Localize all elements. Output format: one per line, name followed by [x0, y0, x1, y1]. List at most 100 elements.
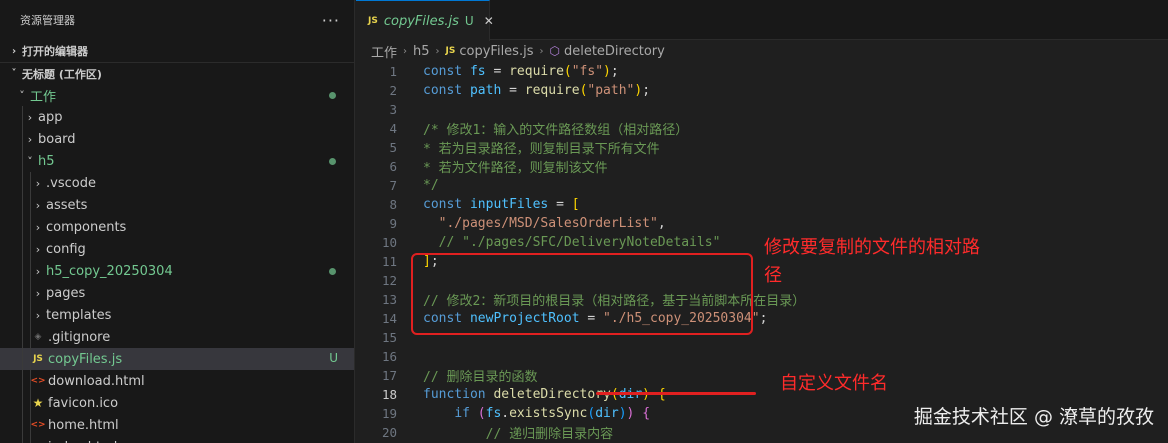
indent-guide [22, 194, 23, 216]
chevron-right-icon: › [35, 176, 41, 190]
tree-item-label: copyFiles.js [48, 351, 123, 367]
tree-item-label: components [46, 219, 127, 235]
indent-guide [22, 216, 23, 238]
line-number: 14 [381, 311, 397, 326]
code-line: 6 * 若为文件路径，则复制该文件 [356, 157, 1168, 176]
function-symbol-icon: ⬡ [549, 44, 560, 58]
code-line: 8 const inputFiles = [ [356, 195, 1168, 214]
tree-item[interactable]: › components [0, 216, 354, 238]
annotation-underline-note: 自定义文件名 [780, 373, 888, 394]
chevron-right-icon: › [35, 220, 41, 234]
line-number: 1 [389, 64, 397, 79]
chevron-down-icon: ˅ [27, 154, 33, 168]
indent-guide [30, 172, 31, 194]
code-token: existsSync [509, 406, 588, 421]
code-token: const [423, 197, 470, 212]
tree-item[interactable]: › board [0, 128, 354, 150]
code-token: * 若为目录路径，则复制目录下所有文件 [423, 142, 660, 157]
code-text: // "./pages/SFC/DeliveryNoteDetails" [397, 235, 721, 250]
tree-item-label: assets [46, 197, 88, 213]
line-number: 2 [389, 83, 397, 98]
code-token: "./pages/MSD/SalesOrderList" [438, 216, 658, 231]
code-token: ( [563, 64, 572, 79]
indent-guide [30, 216, 31, 238]
tab-bar: JS copyFiles.js U ✕ [356, 0, 1168, 41]
tree-item[interactable]: › assets [0, 194, 354, 216]
js-file-icon: JS [33, 354, 43, 364]
code-token: ) [603, 64, 611, 79]
tree-item[interactable]: <> home.html [0, 414, 354, 436]
code-token: = [485, 64, 510, 79]
modified-dot [329, 92, 336, 99]
indent-guide [30, 370, 31, 392]
highlight-underline [596, 392, 756, 395]
indent-guide [22, 414, 23, 436]
explorer-title: 资源管理器 [20, 14, 75, 27]
breadcrumb-item-work[interactable]: 工作 [371, 42, 397, 61]
indent-guide [22, 392, 23, 414]
tree-item[interactable]: <>index.html [0, 436, 354, 443]
code-token: ) [618, 406, 627, 421]
tree-item[interactable]: ˅ h5 [0, 150, 354, 172]
breadcrumb: 工作 › h5 › JS copyFiles.js › ⬡ deleteDire… [356, 40, 1168, 62]
tree-item[interactable]: JS copyFiles.js U [0, 348, 354, 370]
code-token: , [657, 216, 666, 231]
breadcrumb-item-file[interactable]: copyFiles.js [459, 44, 533, 59]
code-token: ; [610, 64, 619, 79]
workspace-label: 无标题 (工作区) [22, 67, 102, 81]
indent-guide [22, 326, 23, 348]
js-file-icon: JS [368, 16, 378, 26]
file-tree: ˅ 工作 › app › board ˅ h5 › .vscode › assets › componen… [0, 84, 354, 443]
code-token: function [423, 387, 494, 402]
tree-item[interactable]: ★ favicon.ico [0, 392, 354, 414]
indent-guide [30, 238, 31, 260]
line-number: 15 [381, 330, 397, 345]
explorer-sidebar: 资源管理器 ··· › 打开的编辑器 ˅ 无标题 (工作区) ˅ 工作 › app › b… [0, 0, 355, 443]
tree-item[interactable]: › templates [0, 304, 354, 326]
open-editors-section[interactable]: › 打开的编辑器 [0, 40, 354, 62]
tree-item[interactable]: <> download.html [0, 370, 354, 392]
code-text: const inputFiles = [ [397, 197, 580, 212]
code-token: // 删除目录的函数 [423, 370, 538, 385]
code-token: fs [469, 64, 486, 79]
indent-guide [30, 260, 31, 282]
close-icon[interactable]: ✕ [484, 14, 494, 28]
star-icon: ★ [32, 396, 44, 410]
tree-item-label: .gitignore [48, 329, 111, 345]
breadcrumb-item-symbol[interactable]: deleteDirectory [564, 44, 665, 59]
tree-item[interactable]: › pages [0, 282, 354, 304]
tree-item[interactable]: ◈ .gitignore [0, 326, 354, 348]
tree-item[interactable]: ˅ 工作 [0, 84, 354, 106]
code-token: require [524, 83, 580, 98]
indent-guide [30, 304, 31, 326]
tab-label: copyFiles.js [383, 13, 459, 29]
code-token: require [509, 64, 564, 79]
tree-item-label: home.html [48, 417, 119, 433]
tree-item[interactable]: › h5_copy_20250304 [0, 260, 354, 282]
code-token: ) [634, 83, 643, 98]
tree-item-label: pages [46, 285, 86, 301]
workspace-section[interactable]: ˅ 无标题 (工作区) [0, 62, 354, 84]
tree-item[interactable]: › .vscode [0, 172, 354, 194]
code-token: ; [642, 83, 651, 98]
untracked-badge: U [329, 351, 338, 365]
breadcrumb-item-h5[interactable]: h5 [413, 44, 430, 59]
chevron-right-icon: › [403, 45, 408, 57]
tree-item-label: favicon.ico [48, 395, 119, 411]
chevron-down-icon: ˅ [19, 88, 25, 102]
code-token: */ [423, 178, 439, 193]
tree-item-label: config [46, 241, 86, 257]
code-text: */ [397, 178, 439, 193]
more-actions-icon[interactable]: ··· [322, 11, 340, 30]
line-number: 3 [389, 102, 397, 117]
line-number: 4 [389, 121, 397, 136]
code-editor[interactable]: 1 const fs = require("fs"); 2 const path = … [356, 62, 1168, 443]
tab-copyfiles[interactable]: JS copyFiles.js U ✕ [356, 0, 494, 41]
chevron-down-icon: ˅ [11, 68, 17, 79]
tree-item[interactable]: › app [0, 106, 354, 128]
tree-item[interactable]: › config [0, 238, 354, 260]
